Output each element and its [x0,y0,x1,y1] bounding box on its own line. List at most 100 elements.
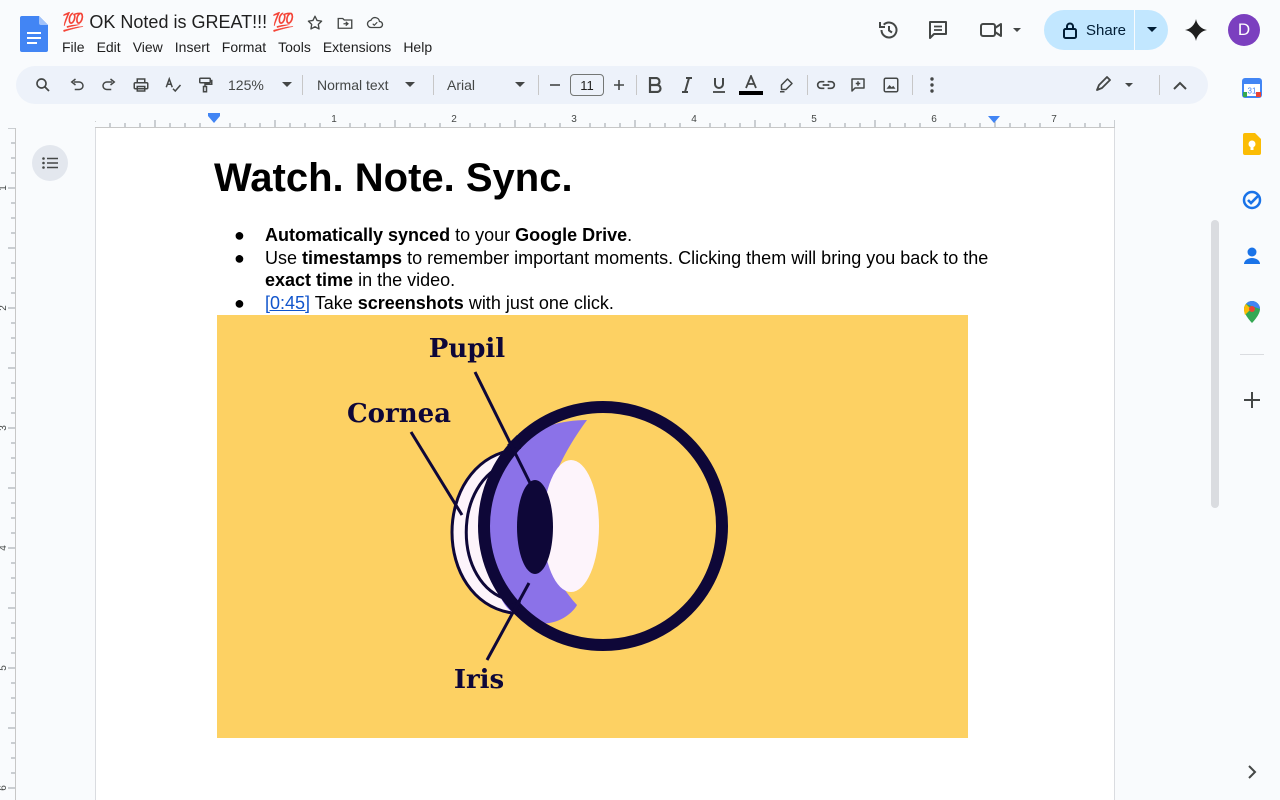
font-select[interactable]: Arial [440,71,532,99]
menu-file[interactable]: File [56,37,91,57]
history-icon[interactable] [873,14,905,46]
underline-icon[interactable] [708,71,730,99]
text: . [627,225,633,245]
more-options-icon[interactable] [920,71,944,99]
ruler-label: 2 [0,305,9,311]
bold-text: exact time [265,270,354,290]
text: in the video. [353,270,456,290]
editing-mode-icon[interactable] [1090,71,1140,99]
list-item[interactable]: ● [0:45] Take screenshots with just one … [234,292,994,315]
menu-extensions[interactable]: Extensions [317,37,397,57]
svg-text:31: 31 [1248,87,1257,96]
bullet-list[interactable]: ● Automatically synced to your Google Dr… [234,224,994,314]
spellcheck-icon[interactable] [160,71,186,99]
menu-edit[interactable]: Edit [91,37,127,57]
menu-view[interactable]: View [127,37,169,57]
menu-help[interactable]: Help [397,37,438,57]
bold-text: Google Drive [515,225,628,245]
chevron-right-icon[interactable] [1240,760,1264,784]
bold-icon[interactable] [644,71,666,99]
side-panel: 31 [1224,64,1280,800]
cornea-label: Cornea [347,399,451,429]
insert-link-icon[interactable] [814,71,838,99]
print-icon[interactable] [128,71,154,99]
timestamp-link[interactable]: [0:45] [265,293,310,313]
docs-logo-icon[interactable] [20,16,48,52]
toolbar-separator [807,75,808,95]
bullet-dot: ● [234,225,245,245]
outline-list-icon [42,157,58,169]
zoom-select[interactable]: 125% [222,71,294,99]
star-icon[interactable] [305,13,325,33]
first-line-indent-marker[interactable] [208,113,220,116]
text-color-icon[interactable] [738,71,764,99]
menu-insert[interactable]: Insert [169,37,216,57]
zoom-value: 125% [228,77,264,93]
ruler-label: 3 [571,114,577,125]
cloud-status-icon[interactable] [365,13,385,33]
tasks-icon[interactable] [1240,188,1264,212]
document-outline-button[interactable] [32,145,68,181]
ruler-label: 7 [1051,114,1057,125]
ruler-label: 4 [691,114,697,125]
title-row: 💯 OK Noted is GREAT!!! 💯 [62,12,385,33]
undo-icon[interactable] [64,71,90,99]
ruler-label: 3 [0,425,9,431]
iris-label: Iris [454,665,504,695]
document-heading[interactable]: Watch. Note. Sync. [214,156,573,201]
menu-tools[interactable]: Tools [272,37,317,57]
list-item[interactable]: ● Automatically synced to your Google Dr… [234,224,994,247]
font-size-input[interactable]: 11 [570,74,604,96]
gemini-icon[interactable] [1180,14,1212,46]
toolbar-separator [433,75,434,95]
bold-text: Automatically synced [265,225,451,245]
move-to-folder-icon[interactable] [335,13,355,33]
ruler-label: 6 [931,114,937,125]
menu-format[interactable]: Format [216,37,272,57]
bold-text: timestamps [302,247,403,268]
document-title[interactable]: 💯 OK Noted is GREAT!!! 💯 [62,12,295,33]
comment-icon[interactable] [922,14,954,46]
ruler-label: 4 [0,545,9,551]
collapse-menus-icon[interactable] [1168,71,1192,99]
lock-icon [1063,22,1077,39]
ruler-label: 5 [0,665,9,671]
list-item[interactable]: ● Use timestamps to remember important m… [234,247,994,292]
text: Take [310,292,358,313]
keep-icon[interactable] [1240,132,1264,156]
redo-icon[interactable] [96,71,122,99]
text: with just one click. [463,292,614,313]
chevron-down-icon [515,82,526,87]
insert-image-icon[interactable] [879,71,903,99]
style-value: Normal text [317,77,389,93]
increase-font-size-icon[interactable] [610,71,628,99]
ruler-label: 1 [331,114,337,125]
vertical-scrollbar[interactable] [1211,220,1219,508]
calendar-icon[interactable]: 31 [1240,76,1264,100]
share-main[interactable]: Share [1044,10,1134,50]
share-dropdown-icon[interactable] [1135,10,1168,50]
avatar[interactable]: D [1228,14,1260,46]
paragraph-style-select[interactable]: Normal text [310,71,426,99]
meet-icon[interactable] [976,14,1026,46]
toolbar-separator [538,75,539,95]
maps-icon[interactable] [1240,300,1264,324]
chevron-down-icon [281,82,292,87]
decrease-font-size-icon[interactable] [546,71,564,99]
contacts-icon[interactable] [1240,244,1264,268]
add-icon[interactable] [1240,388,1264,412]
formatting-toolbar: 125% Normal text Arial 11 [16,66,1208,104]
text: to your [450,225,516,245]
ruler-label: 5 [811,114,817,125]
top-bar: 💯 OK Noted is GREAT!!! 💯 File Edit View … [0,0,1280,64]
toolbar-separator [302,75,303,95]
highlight-icon[interactable] [774,71,798,99]
add-comment-icon[interactable] [846,71,870,99]
share-button[interactable]: Share [1044,10,1168,50]
toolbar-separator [912,75,913,95]
bullet-dot: ● [234,292,245,313]
eye-diagram-image[interactable]: Pupil Cornea Iris [217,315,968,738]
italic-icon[interactable] [676,71,698,99]
search-menus-icon[interactable] [30,71,56,99]
paint-format-icon[interactable] [192,71,218,99]
